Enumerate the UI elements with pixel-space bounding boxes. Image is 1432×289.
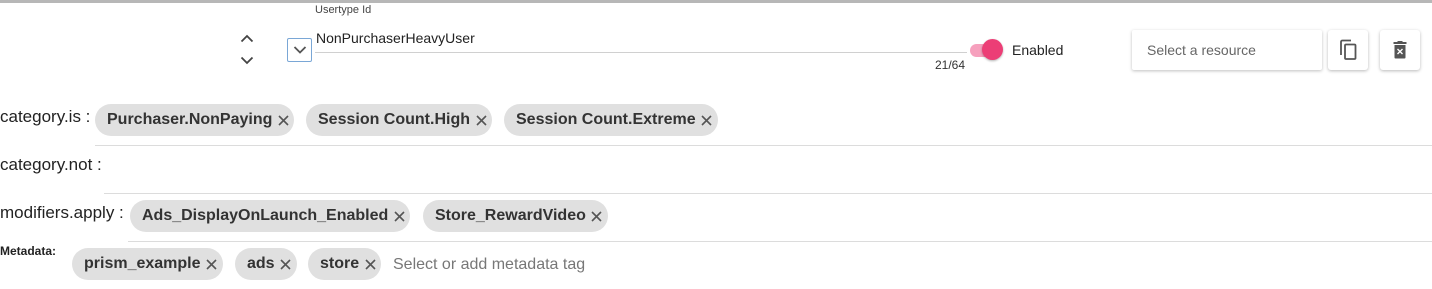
category-is-label: category.is : (0, 107, 91, 126)
usertype-id-label: Usertype Id (315, 4, 372, 16)
remove-chip-icon[interactable] (363, 257, 377, 271)
chip-label: Session Count.High (318, 111, 470, 128)
chip-label: ads (247, 255, 275, 272)
usertype-id-underline (315, 52, 967, 53)
chip-label: Purchaser.NonPaying (107, 111, 273, 128)
toggle-thumb (982, 39, 1003, 60)
copy-button[interactable] (1328, 30, 1368, 70)
move-down-button[interactable] (237, 53, 257, 69)
usertype-id-input[interactable]: NonPurchaserHeavyUser (316, 30, 475, 46)
remove-chip-icon[interactable] (279, 257, 293, 271)
delete-icon (1393, 41, 1407, 59)
modifiers-apply-label: modifiers.apply : (0, 203, 124, 222)
metadata-chip[interactable]: ads (235, 248, 297, 280)
modifiers-apply-chip[interactable]: Store_RewardVideo (423, 200, 608, 232)
remove-chip-icon[interactable] (700, 113, 714, 127)
metadata-label: Metadata: (0, 244, 57, 258)
metadata-tag-input[interactable] (393, 254, 793, 276)
remove-chip-icon[interactable] (276, 113, 290, 127)
expand-button[interactable] (287, 38, 312, 62)
chip-label: Store_RewardVideo (435, 207, 586, 224)
modifiers-apply-chip[interactable]: Ads_DisplayOnLaunch_Enabled (130, 200, 411, 232)
category-is-chip[interactable]: Session Count.High (306, 104, 492, 136)
remove-chip-icon[interactable] (474, 113, 488, 127)
chevron-down-icon (240, 56, 254, 65)
chevron-up-icon (240, 34, 254, 43)
row-divider (104, 193, 1432, 194)
remove-chip-icon[interactable] (392, 209, 406, 223)
move-up-button[interactable] (237, 30, 257, 46)
top-border (0, 0, 1432, 3)
enabled-label: Enabled (1012, 42, 1064, 58)
delete-button[interactable] (1380, 30, 1420, 70)
category-is-chip[interactable]: Purchaser.NonPaying (95, 104, 295, 136)
chip-label: Session Count.Extreme (516, 111, 696, 128)
metadata-chip[interactable]: prism_example (72, 248, 223, 280)
remove-chip-icon[interactable] (590, 209, 604, 223)
chip-label: store (320, 255, 360, 272)
category-not-label: category.not : (0, 155, 102, 174)
category-is-chip[interactable]: Session Count.Extreme (504, 104, 718, 136)
copy-icon (1340, 39, 1357, 60)
row-divider (95, 145, 1432, 146)
resource-select[interactable]: Select a resource (1132, 30, 1322, 70)
chip-label: prism_example (84, 255, 201, 272)
enabled-toggle[interactable] (968, 39, 1004, 61)
chevron-down-icon (293, 46, 306, 54)
chip-label: Ads_DisplayOnLaunch_Enabled (142, 207, 389, 224)
remove-chip-icon[interactable] (205, 257, 219, 271)
char-counter: 21/64 (934, 58, 965, 72)
row-divider (128, 241, 1432, 242)
metadata-chip[interactable]: store (308, 248, 382, 280)
